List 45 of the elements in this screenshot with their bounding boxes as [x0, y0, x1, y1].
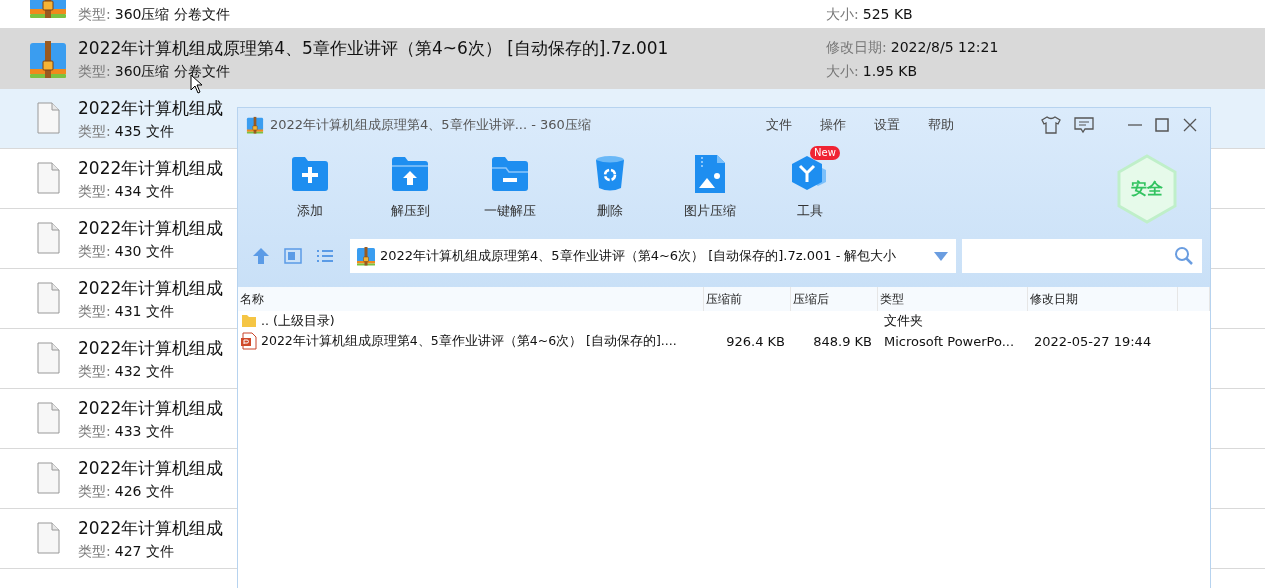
type-label: 类型:: [78, 362, 111, 379]
type-value: 432 文件: [114, 362, 174, 379]
new-badge: New: [810, 146, 840, 160]
type-label: 类型:: [78, 5, 111, 22]
type-value: 430 文件: [114, 242, 174, 259]
original-size: 926.4 KB: [726, 333, 785, 349]
type-label: 类型:: [78, 482, 111, 499]
size-value: 525 KB: [862, 5, 913, 22]
modified-label: 修改日期:: [826, 38, 887, 55]
type-value: 426 文件: [114, 482, 174, 499]
type-label: 类型:: [78, 422, 111, 439]
packed-size: 848.9 KB: [813, 333, 872, 349]
file-name: 2022年计算机组成: [78, 96, 224, 119]
file-name: 2022年计算机组成: [78, 336, 224, 359]
type-label: 类型:: [78, 242, 111, 259]
type-value: 360压缩 分卷文件: [114, 5, 230, 22]
file-type: Microsoft PowerPo...: [884, 333, 1015, 349]
type-label: 类型:: [78, 542, 111, 559]
type-label: 类型:: [78, 182, 111, 199]
type-value: 434 文件: [114, 182, 174, 199]
size-label: 大小:: [826, 62, 859, 79]
file-type: 文件夹: [884, 313, 923, 328]
file-name: 2022年计算机组成: [78, 516, 224, 539]
type-value: 435 文件: [114, 122, 174, 139]
archive-entry-name: 2022年计算机组成原理第4、5章作业讲评（第4~6次） [自动保存的]....: [261, 332, 677, 350]
type-label: 类型:: [78, 122, 111, 139]
modified-date: 2022-05-27 19:44: [1034, 333, 1152, 349]
file-name: 2022年计算机组成: [78, 156, 224, 179]
modified-value: 2022/8/5 12:21: [890, 38, 999, 55]
file-name: 2022年计算机组成: [78, 216, 224, 239]
file-name: 2022年计算机组成: [78, 456, 224, 479]
archive-entry-name: .. (上级目录): [261, 312, 335, 330]
type-value: 433 文件: [114, 422, 174, 439]
type-label: 类型:: [78, 302, 111, 319]
file-name: 2022年计算机组成: [78, 276, 224, 299]
security-label: 安全: [1131, 178, 1163, 200]
size-label: 大小:: [826, 5, 859, 22]
type-value: 427 文件: [114, 542, 174, 559]
size-value: 1.95 KB: [862, 62, 918, 79]
type-value: 431 文件: [114, 302, 174, 319]
window-title: 2022年计算机组成原理第4、5章作业讲评... - 360压缩: [270, 116, 592, 134]
type-label: 类型:: [78, 62, 111, 79]
file-name: 2022年计算机组成: [78, 396, 224, 419]
file-name: 2022年计算机组成原理第4、5章作业讲评（第4~6次） [自动保存的].7z.001: [78, 36, 669, 59]
type-value: 360压缩 分卷文件: [114, 62, 230, 79]
